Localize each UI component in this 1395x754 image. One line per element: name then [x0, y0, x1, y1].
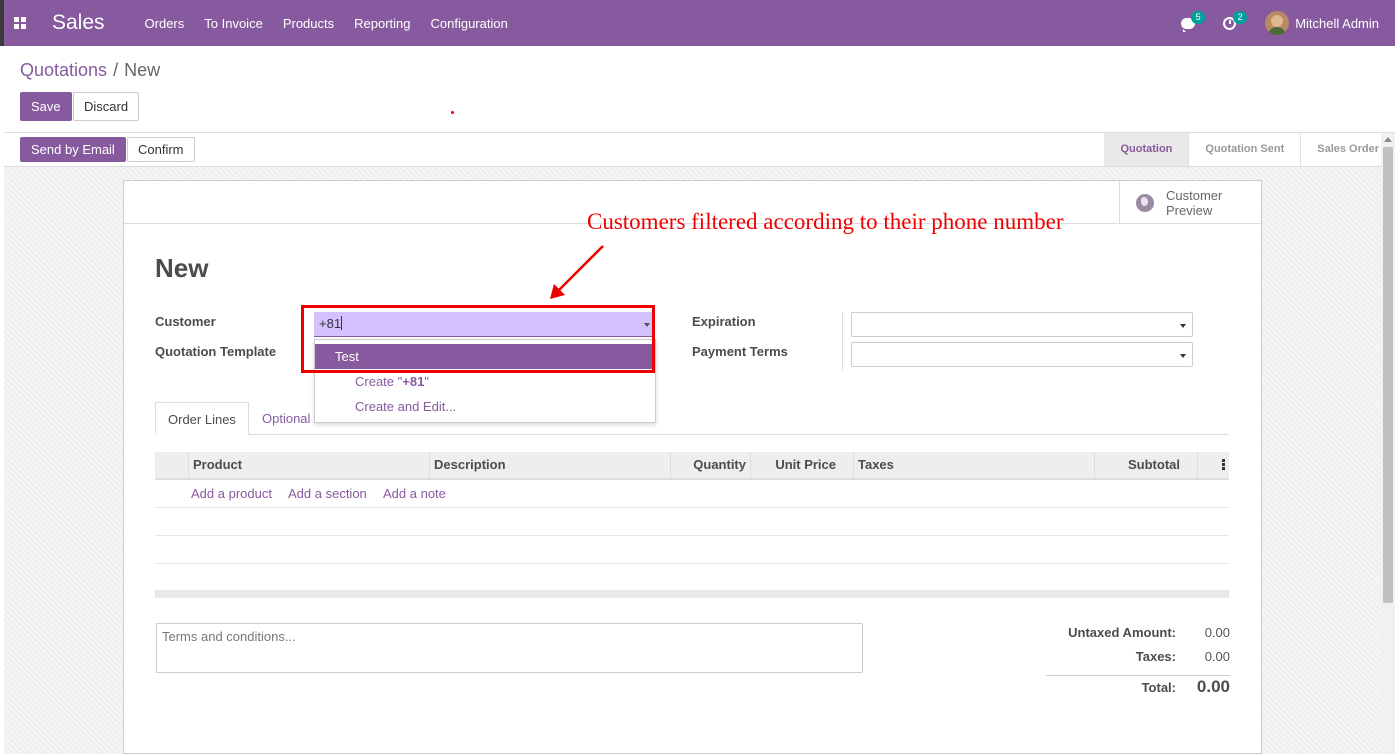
autocomplete-result-test[interactable]: Test [315, 344, 655, 369]
totals-divider [1046, 675, 1230, 676]
add-product-link[interactable]: Add a product [191, 480, 272, 508]
group-divider [842, 312, 843, 370]
payment-terms-field[interactable] [851, 342, 1193, 367]
table-row: Add a product Add a section Add a note [155, 480, 1229, 508]
menu-products[interactable]: Products [283, 16, 334, 31]
status-step-quotation[interactable]: Quotation [1104, 133, 1189, 166]
taxes-label: Taxes: [1135, 649, 1176, 664]
add-note-link[interactable]: Add a note [383, 480, 446, 508]
untaxed-amount-label: Untaxed Amount: [1068, 625, 1176, 640]
annotation-text: Customers filtered according to their ph… [587, 209, 1064, 234]
table-row [155, 508, 1229, 536]
expiration-label: Expiration [692, 314, 756, 329]
status-steps: Quotation Quotation Sent Sales Order [1104, 133, 1395, 166]
totals-summary: Untaxed Amount: 0.00 Taxes: 0.00 Total: … [1046, 625, 1230, 704]
column-unit-price[interactable]: Unit Price [750, 452, 840, 478]
menu-reporting[interactable]: Reporting [354, 16, 410, 31]
customer-autocomplete-dropdown: Test Create "+81" Create and Edit... [314, 339, 656, 423]
customer-input[interactable]: +81 [314, 312, 654, 337]
annotation-arrow-icon [550, 245, 604, 299]
table-row [155, 536, 1229, 564]
column-taxes[interactable]: Taxes [853, 452, 1093, 478]
save-button[interactable]: Save [20, 92, 72, 121]
user-menu[interactable]: Mitchell Admin [1295, 16, 1379, 31]
document-title: New [155, 253, 209, 283]
column-subtotal[interactable]: Subtotal [1094, 452, 1184, 478]
autocomplete-create-option[interactable]: Create "+81" [315, 369, 655, 394]
activities-badge: 2 [1233, 11, 1248, 24]
menu-to-invoice[interactable]: To Invoice [204, 16, 263, 31]
messages-icon[interactable]: 5 [1181, 11, 1206, 32]
handle-column [155, 452, 188, 478]
quotation-template-label: Quotation Template [155, 344, 277, 359]
scrollbar[interactable] [1381, 133, 1395, 754]
column-description[interactable]: Description [429, 452, 670, 478]
send-by-email-button[interactable]: Send by Email [20, 137, 126, 162]
menu-orders[interactable]: Orders [145, 16, 185, 31]
apps-menu-icon[interactable] [4, 0, 36, 46]
table-footer [155, 590, 1229, 598]
payment-terms-caret-icon [1180, 354, 1186, 358]
status-step-quotation-sent[interactable]: Quotation Sent [1188, 133, 1300, 166]
breadcrumb-quotations[interactable]: Quotations [20, 60, 107, 80]
top-navbar: Sales Orders To Invoice Products Reporti… [0, 0, 1395, 46]
red-dot-mark [451, 111, 454, 114]
breadcrumb-current: New [124, 60, 161, 80]
expiration-caret-icon [1180, 324, 1186, 328]
column-quantity[interactable]: Quantity [670, 452, 750, 478]
avatar[interactable] [1265, 11, 1290, 35]
order-lines-table: Product Description Quantity Unit Price … [155, 452, 1229, 598]
discard-button[interactable]: Discard [73, 92, 140, 121]
messages-badge: 5 [1191, 11, 1206, 24]
autocomplete-create-edit-option[interactable]: Create and Edit... [315, 394, 655, 419]
confirm-button[interactable]: Confirm [127, 137, 195, 162]
app-name[interactable]: Sales [52, 11, 105, 35]
optional-columns-toggle[interactable] [1197, 452, 1229, 478]
table-header: Product Description Quantity Unit Price … [155, 452, 1229, 480]
terms-field[interactable]: Terms and conditions... [156, 623, 863, 673]
scroll-up-arrow-icon[interactable] [1384, 137, 1392, 142]
total-label: Total: [1141, 680, 1176, 695]
total-value: 0.00 [1196, 677, 1230, 696]
customer-input-value: +81 [319, 316, 342, 331]
customer-preview-label-1: Customer [1166, 187, 1223, 203]
breadcrumb: Quotations / New [20, 60, 160, 81]
column-product[interactable]: Product [188, 452, 429, 478]
customer-preview-label-2: Preview [1166, 202, 1213, 218]
customer-dropdown-caret-icon[interactable] [644, 323, 650, 327]
taxes-value: 0.00 [1204, 649, 1230, 664]
add-section-link[interactable]: Add a section [288, 480, 367, 508]
globe-icon [1136, 193, 1154, 212]
untaxed-amount-value: 0.00 [1204, 625, 1230, 640]
statusbar: Send by Email Confirm Quotation Quotatio… [4, 132, 1395, 167]
customer-preview-button[interactable]: Customer Preview [1119, 181, 1261, 224]
menu-configuration[interactable]: Configuration [431, 16, 508, 31]
tab-order-lines[interactable]: Order Lines [155, 402, 249, 435]
breadcrumb-separator: / [113, 60, 119, 80]
kebab-menu-icon [1222, 459, 1225, 471]
expiration-field[interactable] [851, 312, 1193, 337]
scrollbar-thumb[interactable] [1383, 147, 1393, 603]
customer-label: Customer [155, 314, 216, 329]
payment-terms-label: Payment Terms [692, 344, 788, 359]
tab-optional[interactable]: Optional [250, 402, 322, 435]
activities-icon[interactable]: 2 [1223, 11, 1248, 31]
